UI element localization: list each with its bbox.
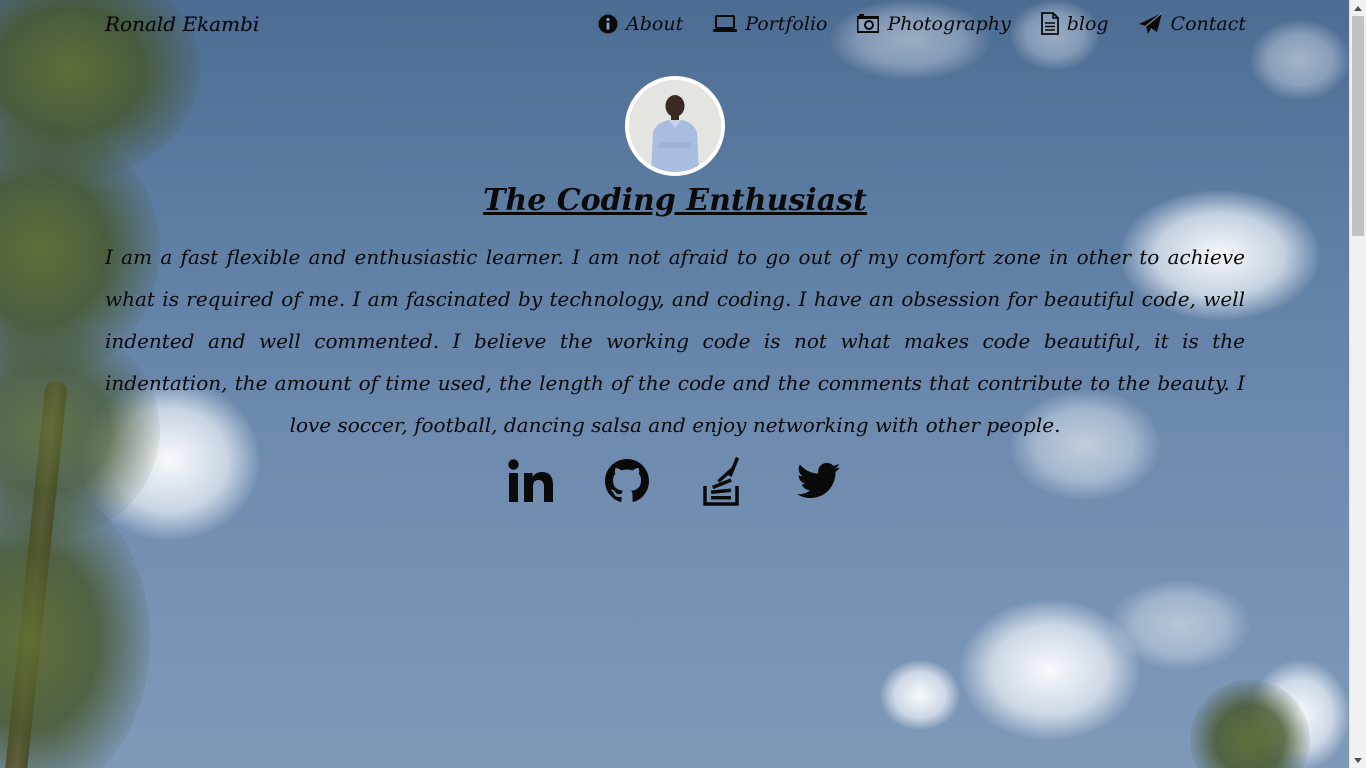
nav-blog[interactable]: blog [1040, 12, 1109, 35]
page-title: The Coding Enthusiast [483, 183, 867, 218]
bio-text: I am a fast flexible and enthusiastic le… [105, 245, 1245, 437]
cloud [880, 660, 960, 730]
vertical-scrollbar[interactable] [1349, 0, 1366, 768]
nav-about[interactable]: About [598, 13, 683, 35]
nav-photography[interactable]: Photography [857, 12, 1011, 35]
scroll-down-button[interactable] [1350, 752, 1366, 768]
scroll-thumb[interactable] [1352, 16, 1364, 236]
avatar-photo [629, 80, 721, 172]
nav-contact[interactable]: Contact [1138, 12, 1246, 35]
stackoverflow-link[interactable] [699, 455, 747, 507]
cloud [1010, 0, 1100, 70]
laptop-icon [713, 14, 738, 33]
social-links [0, 455, 1350, 507]
camera-icon [857, 13, 880, 34]
github-icon [605, 459, 649, 502]
avatar [625, 76, 725, 176]
cloud [1250, 20, 1350, 100]
linkedin-link[interactable] [507, 455, 555, 507]
cloud [1110, 580, 1250, 670]
site-brand[interactable]: Ronald Ekambi [105, 12, 259, 36]
paper-plane-icon [1138, 12, 1163, 35]
info-circle-icon [598, 14, 618, 34]
document-icon [1040, 12, 1059, 35]
chevron-down-icon [1354, 757, 1362, 763]
chevron-up-icon [1354, 5, 1362, 11]
twitter-link[interactable] [795, 455, 843, 507]
nav-blog-label: blog [1066, 12, 1109, 35]
linkedin-icon [508, 459, 553, 502]
scroll-up-button[interactable] [1350, 0, 1366, 16]
main-nav: About Portfolio Photography blog Contact [598, 12, 1246, 35]
nav-about-label: About [626, 12, 684, 35]
twitter-icon [797, 462, 841, 499]
stackoverflow-icon [703, 456, 740, 506]
github-link[interactable] [603, 455, 651, 507]
nav-portfolio-label: Portfolio [745, 12, 828, 35]
nav-portfolio[interactable]: Portfolio [713, 13, 827, 35]
nav-contact-label: Contact [1170, 12, 1246, 35]
nav-photography-label: Photography [887, 12, 1011, 35]
